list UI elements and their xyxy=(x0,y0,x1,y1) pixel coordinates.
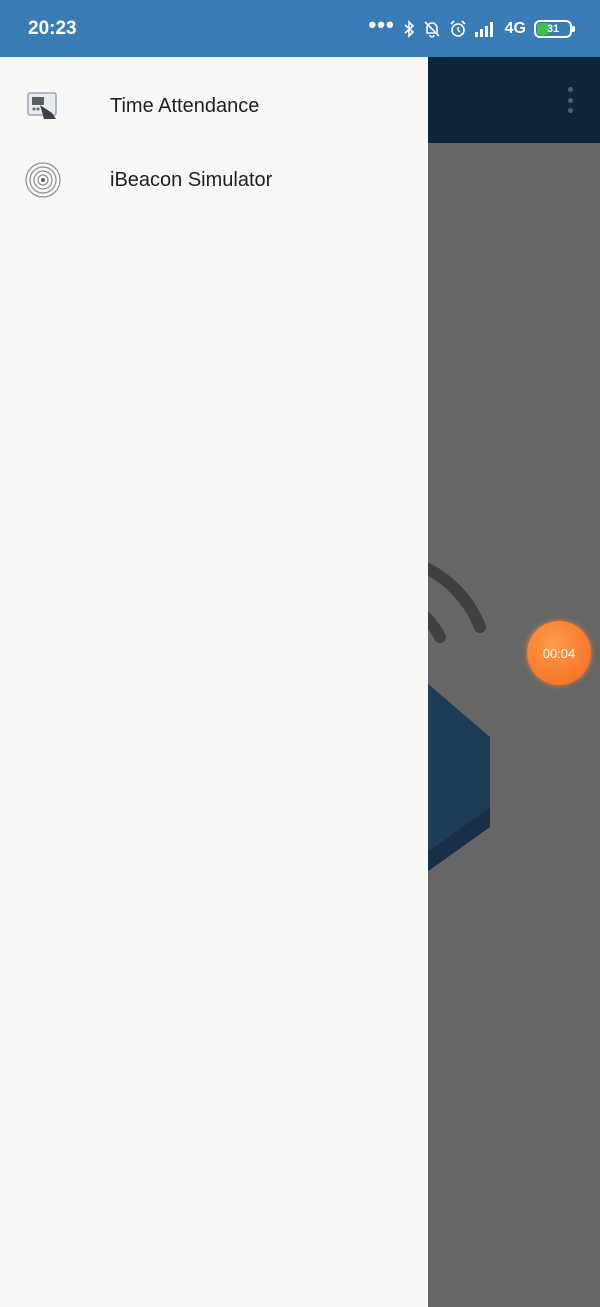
alarm-icon xyxy=(449,19,467,38)
signal-icon xyxy=(474,21,497,37)
bluetooth-icon xyxy=(403,19,415,38)
drawer-item-label: iBeacon Simulator xyxy=(110,168,273,191)
network-type: 4G xyxy=(504,19,526,37)
floating-timer-bubble[interactable]: 00:04 xyxy=(527,621,591,685)
status-icons: ••• 4G 31 xyxy=(369,12,575,38)
status-bar: 20:23 ••• 4G 31 xyxy=(0,0,600,57)
drawer-item-time-attendance[interactable]: Time Attendance xyxy=(0,69,428,143)
drawer-item-label: Time Attendance xyxy=(110,94,260,117)
status-time: 20:23 xyxy=(28,17,77,39)
notifications-off-icon xyxy=(423,20,441,38)
battery-icon: 31 xyxy=(534,19,575,38)
beacon-icon xyxy=(24,161,62,199)
time-attendance-icon xyxy=(24,87,62,125)
navigation-drawer: Time Attendance iBeacon Simulator xyxy=(0,57,428,1307)
drawer-item-ibeacon-simulator[interactable]: iBeacon Simulator xyxy=(0,143,428,217)
more-dots-icon: ••• xyxy=(368,11,395,37)
timer-value: 00:04 xyxy=(542,645,576,661)
battery-level: 31 xyxy=(546,22,560,35)
